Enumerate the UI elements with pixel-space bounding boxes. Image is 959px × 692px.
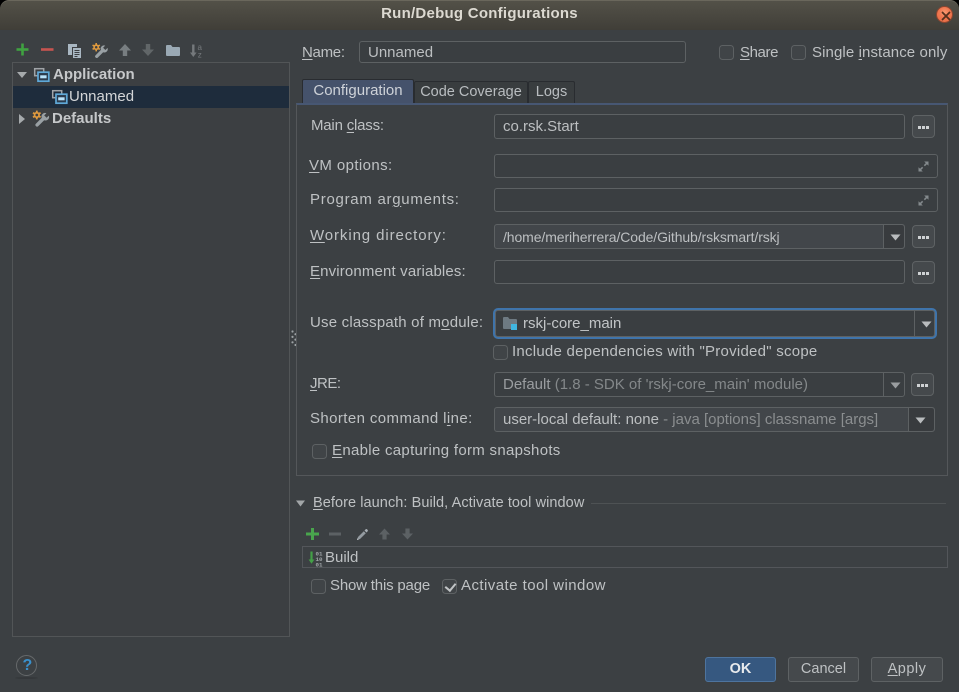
svg-text:z: z <box>198 51 202 59</box>
svg-text:01: 01 <box>316 561 323 567</box>
